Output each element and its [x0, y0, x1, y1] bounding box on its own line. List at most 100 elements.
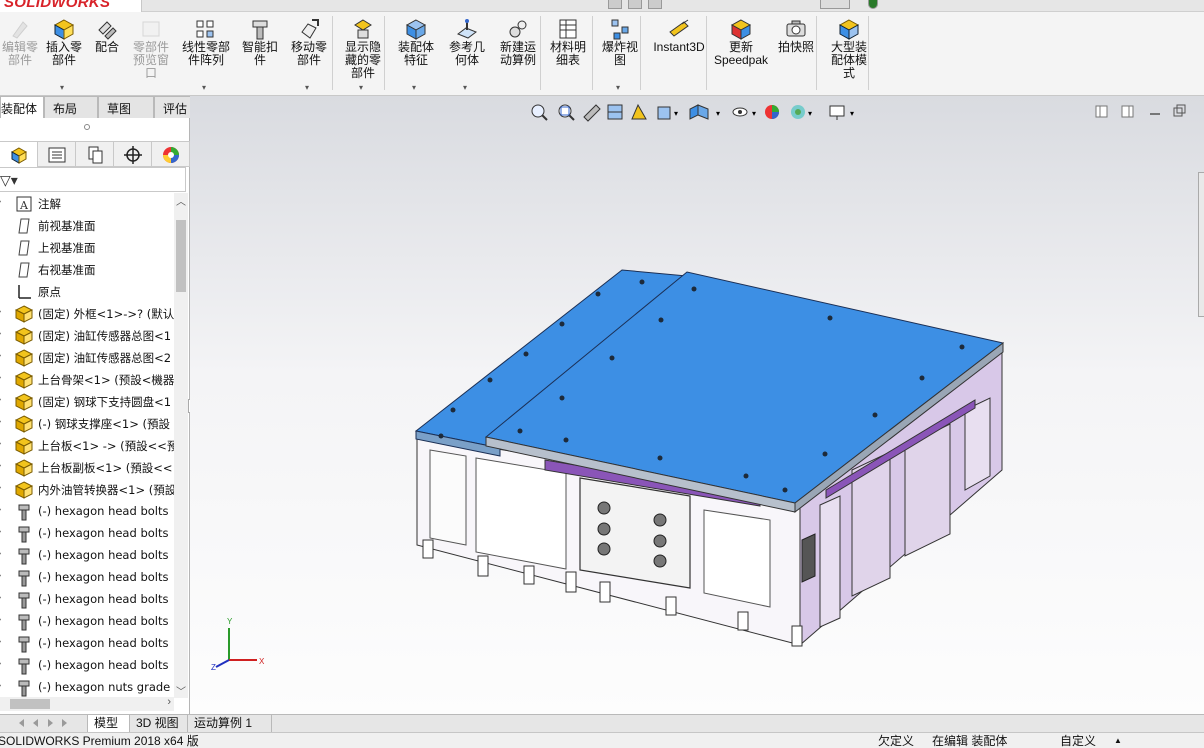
tree-item[interactable]: › (固定) 油缸传感器总图<1	[0, 325, 174, 347]
ribbon-button-move-component[interactable]: 移动零 部件 ▾	[284, 12, 334, 96]
ribbon-button-bom[interactable]: 材料明 细表	[544, 12, 592, 96]
panel-split-handle[interactable]	[84, 124, 90, 130]
ribbon-button-edit-component[interactable]: 编辑零 部件	[0, 12, 40, 96]
expand-arrow-icon[interactable]: ›	[0, 658, 1, 669]
units-dropdown-icon[interactable]: ▲	[1114, 733, 1122, 748]
hide-show-items-icon[interactable]: ▾	[732, 107, 756, 118]
tab-2[interactable]: 草图	[98, 96, 154, 118]
tab-navigation-arrows[interactable]	[0, 715, 88, 732]
assembly-model[interactable]	[190, 96, 1204, 715]
display-style-icon[interactable]: ▾	[689, 104, 720, 120]
tree-item[interactable]: › (-) hexagon head bolts	[0, 655, 174, 677]
scroll-right-icon[interactable]: ›	[167, 696, 171, 708]
tree-item[interactable]: › (-) hexagon head bolts	[0, 523, 174, 545]
feature-manager-tab[interactable]	[0, 142, 38, 167]
expand-arrow-icon[interactable]: ›	[0, 548, 1, 559]
ribbon-button-show-hidden[interactable]: 显示隐 藏的零 部件 ▾	[336, 12, 390, 96]
dropdown-arrow-icon[interactable]: ▾	[412, 83, 416, 92]
tile-right-icon[interactable]	[1121, 105, 1134, 118]
expand-arrow-icon[interactable]: ›	[0, 196, 1, 207]
view-settings-icon[interactable]: ▾	[829, 105, 854, 120]
expand-arrow-icon[interactable]: ›	[0, 482, 1, 493]
ribbon-button-preview-window[interactable]: 零部件 预览窗 口	[128, 12, 174, 96]
tree-item[interactable]: › (固定) 外框<1>->? (默认	[0, 303, 174, 325]
expand-arrow-icon[interactable]: ›	[0, 394, 1, 405]
tab-1[interactable]: 布局	[44, 96, 98, 118]
ribbon-button-smart-fasteners[interactable]: 智能扣 件	[238, 12, 282, 96]
tree-item[interactable]: › (-) hexagon nuts grade	[0, 677, 174, 698]
configuration-manager-tab[interactable]	[76, 142, 114, 167]
tree-item[interactable]: › (-) hexagon head bolts	[0, 545, 174, 567]
expand-arrow-icon[interactable]: ›	[0, 460, 1, 471]
ribbon-button-mate[interactable]: 配合	[88, 12, 126, 96]
dynamic-annotation-icon[interactable]	[631, 103, 647, 120]
expand-arrow-icon[interactable]: ›	[0, 570, 1, 581]
section-view-icon[interactable]	[607, 104, 623, 120]
expand-arrow-icon[interactable]: ›	[0, 438, 1, 449]
expand-arrow-icon[interactable]: ›	[0, 504, 1, 515]
dropdown-arrow-icon[interactable]: ▾	[359, 83, 363, 92]
quick-access-button[interactable]	[608, 0, 622, 9]
previous-view-icon[interactable]	[583, 104, 601, 122]
expand-arrow-icon[interactable]: ›	[0, 328, 1, 339]
tree-item[interactable]: 前视基准面	[0, 215, 174, 237]
dropdown-arrow-icon[interactable]: ▾	[60, 83, 64, 92]
dropdown-arrow-icon[interactable]: ▾	[616, 83, 620, 92]
expand-arrow-icon[interactable]: ›	[0, 636, 1, 647]
bottom-tab-0[interactable]: 模型	[88, 715, 130, 732]
ribbon-button-reference-geometry[interactable]: 参考几 何体 ▾	[442, 12, 492, 96]
bottom-tab-1[interactable]: 3D 视图	[130, 715, 188, 732]
status-units[interactable]: 自定义	[1060, 733, 1096, 748]
tree-item[interactable]: 右视基准面	[0, 259, 174, 281]
tree-filter[interactable]: ▽▾	[0, 167, 186, 192]
tree-item[interactable]: 原点	[0, 281, 174, 303]
expand-arrow-icon[interactable]: ›	[0, 526, 1, 537]
tree-scroll-thumb[interactable]	[176, 220, 186, 292]
ribbon-button-snapshot[interactable]: 拍快照	[772, 12, 820, 96]
tree-item[interactable]: › 上台骨架<1> (预設<機器	[0, 369, 174, 391]
apply-scene-icon[interactable]: ▾	[791, 105, 812, 119]
ribbon-button-speedpak[interactable]: 更新 Speedpak	[712, 12, 770, 96]
filter-funnel-icon[interactable]: ▽▾	[0, 172, 18, 189]
tree-item[interactable]: › (-) hexagon head bolts	[0, 589, 174, 611]
ribbon-button-instant3d[interactable]: Instant3D	[648, 12, 710, 96]
task-pane-tabs[interactable]	[1198, 172, 1204, 317]
expand-arrow-icon[interactable]: ›	[0, 592, 1, 603]
scroll-down-icon[interactable]: ﹀	[176, 683, 186, 698]
tree-item[interactable]: 上视基准面	[0, 237, 174, 259]
ribbon-button-motion-study[interactable]: 新建运 动算例	[494, 12, 542, 96]
bottom-tab-2[interactable]: 运动算例 1	[188, 715, 272, 732]
ribbon-button-insert-component[interactable]: 插入零 部件 ▾	[42, 12, 86, 96]
ribbon-button-exploded-view[interactable]: 爆炸视 图 ▾	[596, 12, 644, 96]
dropdown-arrow-icon[interactable]: ▾	[305, 83, 309, 92]
expand-arrow-icon[interactable]: ›	[0, 416, 1, 427]
tree-item[interactable]: › (-) hexagon head bolts	[0, 567, 174, 589]
display-manager-tab[interactable]	[152, 142, 190, 167]
expand-arrow-icon[interactable]: ›	[0, 372, 1, 383]
property-manager-tab[interactable]	[38, 142, 76, 167]
expand-arrow-icon[interactable]: ›	[0, 306, 1, 317]
tile-left-icon[interactable]	[1095, 105, 1108, 118]
view-orientation-icon[interactable]: ▾	[657, 106, 678, 120]
scroll-up-icon[interactable]: ︿	[176, 193, 186, 208]
zoom-to-fit-icon[interactable]	[531, 104, 548, 121]
tree-item[interactable]: › 上台板<1> -> (預設<<預	[0, 435, 174, 457]
tab-nav-arrows-icon[interactable]	[19, 719, 67, 727]
graphics-area[interactable]: Y X Z	[190, 96, 1204, 715]
tree-item[interactable]: › 上台板副板<1> (預設<<	[0, 457, 174, 479]
zoom-to-area-icon[interactable]	[558, 104, 575, 121]
dimxpert-tab[interactable]	[114, 142, 152, 167]
tree-item[interactable]: › (-) 钢球支撑座<1> (預設	[0, 413, 174, 435]
quick-access-button[interactable]	[820, 0, 850, 9]
tree-item[interactable]: › (固定) 钢球下支持圆盘<1	[0, 391, 174, 413]
tree-hscroll-thumb[interactable]	[10, 699, 50, 709]
tree-item[interactable]: › (-) hexagon head bolts	[0, 611, 174, 633]
tab-0[interactable]: 装配体	[0, 96, 44, 118]
dropdown-arrow-icon[interactable]: ▾	[202, 83, 206, 92]
tree-item[interactable]: › (-) hexagon head bolts	[0, 633, 174, 655]
tree-item[interactable]: › (-) hexagon head bolts	[0, 501, 174, 523]
restore-icon[interactable]	[1173, 104, 1186, 117]
expand-arrow-icon[interactable]: ›	[0, 614, 1, 625]
ribbon-button-assembly-features[interactable]: 装配体 特征 ▾	[390, 12, 442, 96]
dropdown-arrow-icon[interactable]: ▾	[463, 83, 467, 92]
